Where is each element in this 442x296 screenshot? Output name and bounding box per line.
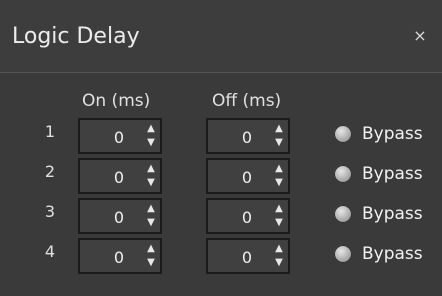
- off-delay-spinbox[interactable]: 0 ▲ ▼: [206, 198, 290, 234]
- on-delay-value[interactable]: 0: [90, 248, 148, 267]
- close-icon[interactable]: ×: [412, 28, 428, 44]
- decrement-icon[interactable]: ▼: [144, 176, 158, 190]
- row-number: 4: [44, 242, 56, 261]
- spin-arrows: ▲ ▼: [144, 162, 158, 190]
- bypass-led-icon: [334, 205, 352, 223]
- decrement-icon[interactable]: ▼: [144, 216, 158, 230]
- spin-arrows: ▲ ▼: [144, 202, 158, 230]
- bypass-toggle[interactable]: Bypass: [334, 202, 438, 226]
- row-number: 2: [44, 162, 56, 181]
- increment-icon[interactable]: ▲: [144, 202, 158, 216]
- off-delay-spinbox[interactable]: 0 ▲ ▼: [206, 118, 290, 154]
- increment-icon[interactable]: ▲: [272, 122, 286, 136]
- on-delay-value[interactable]: 0: [90, 168, 148, 187]
- spin-arrows: ▲ ▼: [144, 242, 158, 270]
- decrement-icon[interactable]: ▼: [144, 256, 158, 270]
- decrement-icon[interactable]: ▼: [144, 136, 158, 150]
- off-delay-spinbox[interactable]: 0 ▲ ▼: [206, 158, 290, 194]
- bypass-led-icon: [334, 165, 352, 183]
- column-header-off: Off (ms): [212, 91, 282, 111]
- off-delay-value[interactable]: 0: [218, 168, 276, 187]
- on-delay-value[interactable]: 0: [90, 208, 148, 227]
- bypass-toggle[interactable]: Bypass: [334, 122, 438, 146]
- spin-arrows: ▲ ▼: [272, 122, 286, 150]
- spin-arrows: ▲ ▼: [144, 122, 158, 150]
- title-bar: Logic Delay ×: [0, 0, 442, 73]
- increment-icon[interactable]: ▲: [144, 122, 158, 136]
- off-delay-value[interactable]: 0: [218, 248, 276, 267]
- row-number: 1: [44, 122, 56, 141]
- bypass-label: Bypass: [362, 124, 423, 144]
- on-delay-spinbox[interactable]: 0 ▲ ▼: [78, 238, 162, 274]
- on-delay-spinbox[interactable]: 0 ▲ ▼: [78, 118, 162, 154]
- column-header-on: On (ms): [82, 91, 151, 111]
- dialog-title: Logic Delay: [12, 24, 140, 49]
- off-delay-value[interactable]: 0: [218, 128, 276, 147]
- decrement-icon[interactable]: ▼: [272, 256, 286, 270]
- delay-table: On (ms) Off (ms) 1 0 ▲ ▼ 0 ▲ ▼ Bypass 2 …: [0, 73, 442, 296]
- bypass-label: Bypass: [362, 164, 423, 184]
- bypass-led-icon: [334, 125, 352, 143]
- off-delay-spinbox[interactable]: 0 ▲ ▼: [206, 238, 290, 274]
- bypass-label: Bypass: [362, 204, 423, 224]
- increment-icon[interactable]: ▲: [144, 162, 158, 176]
- on-delay-spinbox[interactable]: 0 ▲ ▼: [78, 198, 162, 234]
- bypass-toggle[interactable]: Bypass: [334, 242, 438, 266]
- row-number: 3: [44, 202, 56, 221]
- bypass-toggle[interactable]: Bypass: [334, 162, 438, 186]
- spin-arrows: ▲ ▼: [272, 162, 286, 190]
- spin-arrows: ▲ ▼: [272, 242, 286, 270]
- increment-icon[interactable]: ▲: [272, 202, 286, 216]
- spin-arrows: ▲ ▼: [272, 202, 286, 230]
- decrement-icon[interactable]: ▼: [272, 136, 286, 150]
- on-delay-spinbox[interactable]: 0 ▲ ▼: [78, 158, 162, 194]
- increment-icon[interactable]: ▲: [272, 162, 286, 176]
- bypass-led-icon: [334, 245, 352, 263]
- off-delay-value[interactable]: 0: [218, 208, 276, 227]
- decrement-icon[interactable]: ▼: [272, 176, 286, 190]
- logic-delay-dialog: Logic Delay × On (ms) Off (ms) 1 0 ▲ ▼ 0…: [0, 0, 442, 296]
- on-delay-value[interactable]: 0: [90, 128, 148, 147]
- increment-icon[interactable]: ▲: [144, 242, 158, 256]
- bypass-label: Bypass: [362, 244, 423, 264]
- increment-icon[interactable]: ▲: [272, 242, 286, 256]
- decrement-icon[interactable]: ▼: [272, 216, 286, 230]
